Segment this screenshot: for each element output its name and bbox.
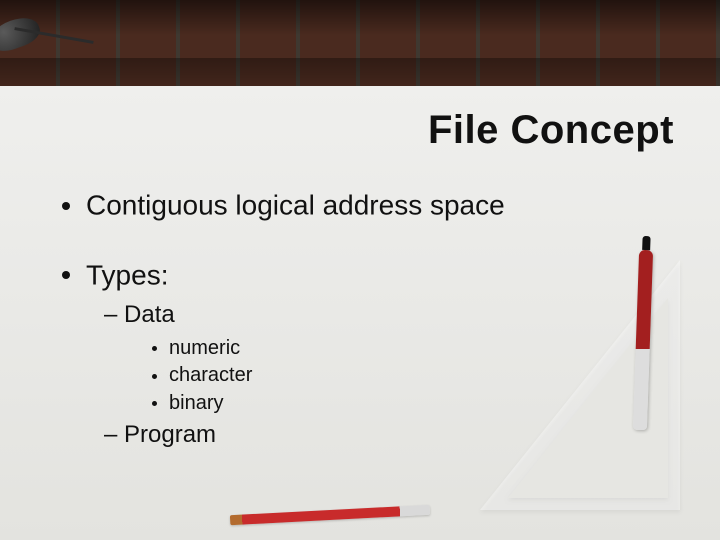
bullet-dot-icon [152, 346, 157, 351]
bullet-text: Contiguous logical address space [86, 190, 505, 221]
bullet-text: Program [124, 421, 216, 448]
types-group: Types: Data numeric character binary Pro… [64, 258, 660, 449]
bullet-level3: numeric [152, 335, 660, 362]
bullet-text: binary [169, 392, 223, 414]
bullet-text: character [169, 365, 252, 387]
brick-header [0, 0, 720, 88]
bullet-level1: Types: [64, 258, 660, 292]
bullet-level3: binary [152, 390, 660, 417]
bullet-text: Types: [86, 259, 168, 290]
bullet-dot-icon [152, 401, 157, 406]
bullet-dot-icon [152, 374, 157, 379]
bullet-dot-icon [62, 202, 70, 210]
bullet-level1: Contiguous logical address space [64, 188, 660, 222]
bullet-text: numeric [169, 337, 240, 359]
bullet-level3: character [152, 362, 660, 389]
bullet-level2: Program [104, 421, 660, 449]
bullet-text: Data [124, 301, 175, 328]
bullet-level2: Data [104, 301, 660, 329]
slide-title: File Concept [428, 108, 674, 153]
slide-body: Contiguous logical address space Types: … [64, 188, 660, 455]
bullet-dot-icon [62, 271, 70, 279]
